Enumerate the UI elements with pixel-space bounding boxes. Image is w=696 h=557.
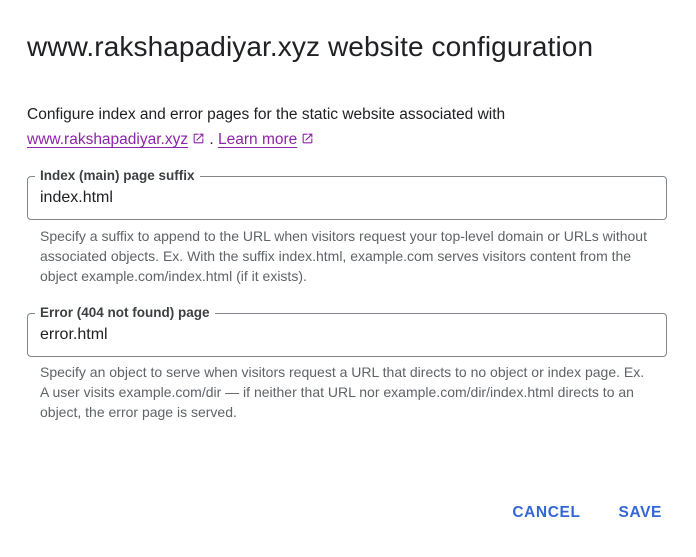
error-page-hint: Specify an object to serve when visitors… [40, 364, 645, 420]
error-page-input[interactable] [40, 323, 650, 347]
index-suffix-field: Index (main) page suffix [27, 167, 667, 220]
domain-link-label: www.rakshapadiyar.xyz [27, 131, 189, 148]
index-suffix-hint: Specify a suffix to append to the URL wh… [40, 228, 647, 284]
index-suffix-label: Index (main) page suffix [35, 167, 200, 185]
dialog-actions: CANCEL SAVE [512, 500, 662, 526]
learn-more-label: Learn more [218, 131, 298, 148]
index-suffix-input[interactable] [40, 186, 650, 210]
cancel-button[interactable]: CANCEL [512, 500, 580, 526]
dialog-description: Configure index and error pages for the … [27, 102, 667, 152]
save-button[interactable]: SAVE [619, 500, 662, 526]
domain-link[interactable]: www.rakshapadiyar.xyz [27, 131, 205, 148]
dialog-title: www.rakshapadiyar.xyz website configurat… [27, 31, 594, 62]
open-in-new-icon [302, 133, 313, 144]
error-page-field: Error (404 not found) page [27, 304, 667, 357]
error-page-label: Error (404 not found) page [35, 304, 215, 322]
description-text: Configure index and error pages for the … [27, 106, 506, 123]
open-in-new-icon [193, 133, 204, 144]
website-configuration-dialog: www.rakshapadiyar.xyz website configurat… [0, 0, 696, 557]
description-separator: . [209, 131, 214, 148]
learn-more-link[interactable]: Learn more [218, 131, 314, 148]
